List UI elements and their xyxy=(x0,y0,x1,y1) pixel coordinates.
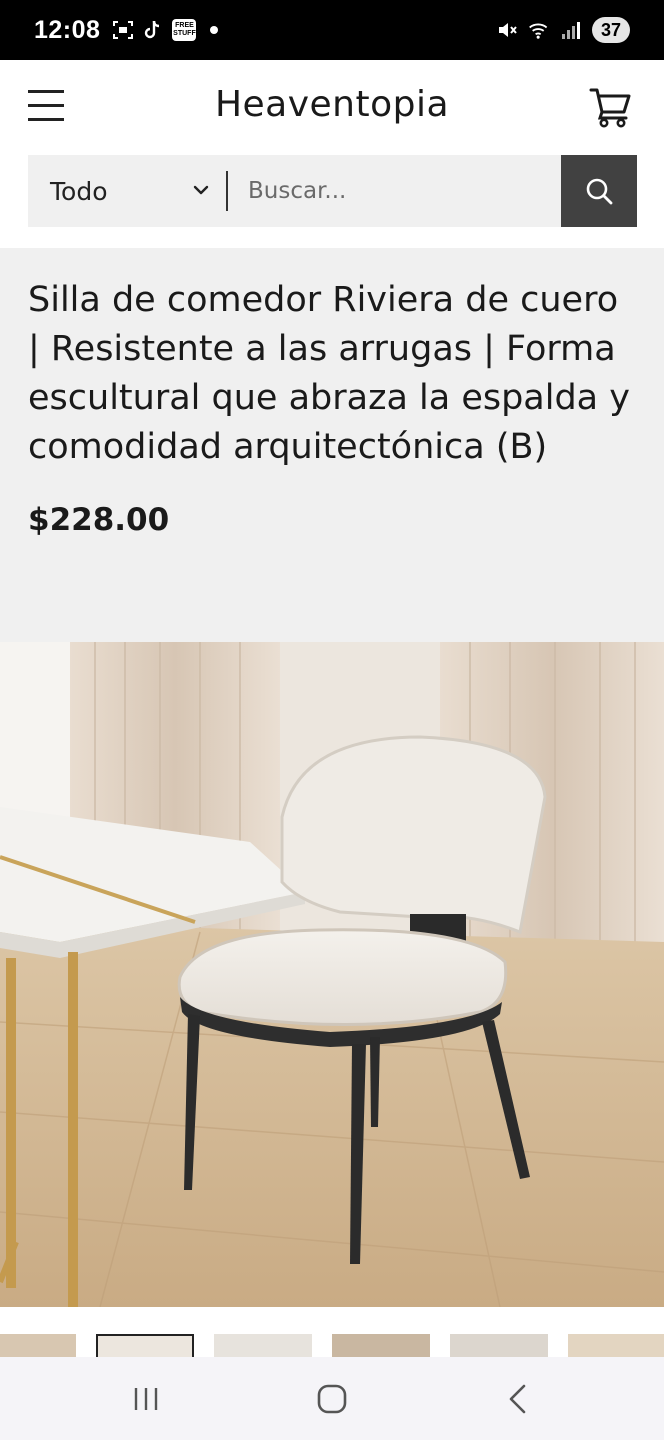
site-header: Heaventopia xyxy=(0,60,664,155)
chevron-down-icon xyxy=(193,185,209,195)
status-bar: 12:08 FREE STUFF 37 xyxy=(0,0,664,60)
category-select[interactable]: Todo xyxy=(28,155,228,227)
search-input[interactable] xyxy=(228,155,561,227)
thumbnail[interactable] xyxy=(450,1334,548,1357)
product-image[interactable] xyxy=(0,642,664,1307)
signal-icon xyxy=(560,19,582,41)
system-icons: 37 xyxy=(496,17,630,43)
search-bar: Todo xyxy=(28,155,637,227)
product-price: $228.00 xyxy=(28,502,170,538)
category-select-value: Todo xyxy=(50,176,108,206)
thumbnail[interactable] xyxy=(0,1334,76,1357)
system-nav-bar xyxy=(0,1357,664,1440)
back-button[interactable] xyxy=(488,1379,548,1419)
thumbnail[interactable] xyxy=(332,1334,430,1357)
thumbnail[interactable] xyxy=(568,1334,664,1357)
thumbnail[interactable] xyxy=(214,1334,312,1357)
site-logo[interactable]: Heaventopia xyxy=(0,84,664,125)
wifi-icon xyxy=(528,19,550,41)
cart-icon xyxy=(589,88,631,128)
screen-record-icon xyxy=(112,19,134,41)
notification-icons: FREE STUFF xyxy=(112,19,219,41)
product-title: Silla de comedor Riviera de cuero | Resi… xyxy=(28,280,630,467)
recent-apps-icon xyxy=(134,1388,158,1410)
select-divider xyxy=(226,171,228,211)
back-icon xyxy=(509,1384,526,1414)
recent-apps-button[interactable] xyxy=(116,1379,176,1419)
home-icon xyxy=(317,1384,347,1414)
home-button[interactable] xyxy=(302,1379,362,1419)
search-button[interactable] xyxy=(561,155,637,227)
search-icon xyxy=(586,178,613,205)
notification-dot-icon xyxy=(210,26,219,34)
tiktok-icon xyxy=(142,19,164,41)
thumbnail-active[interactable] xyxy=(96,1334,194,1357)
cart-button[interactable] xyxy=(588,84,634,130)
free-stuff-icon: FREE STUFF xyxy=(172,19,197,41)
mute-icon xyxy=(496,19,518,41)
battery-indicator: 37 xyxy=(592,17,630,43)
thumbnail-strip xyxy=(0,1307,664,1357)
product-info: Silla de comedor Riviera de cuero | Resi… xyxy=(0,248,664,642)
status-time: 12:08 xyxy=(34,15,101,44)
